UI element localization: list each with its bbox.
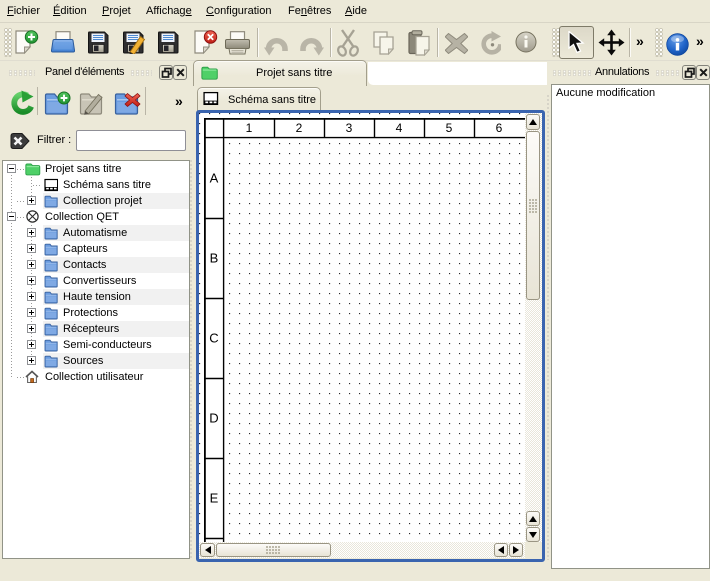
svg-text:B: B — [210, 251, 219, 266]
svg-text:E: E — [210, 491, 219, 506]
svg-text:5: 5 — [446, 121, 453, 135]
svg-text:D: D — [209, 411, 218, 426]
svg-text:2: 2 — [296, 121, 303, 135]
svg-text:C: C — [209, 331, 218, 346]
svg-text:4: 4 — [396, 121, 403, 135]
svg-text:A: A — [210, 171, 219, 186]
svg-text:1: 1 — [246, 121, 253, 135]
svg-text:3: 3 — [346, 121, 353, 135]
svg-text:6: 6 — [496, 121, 503, 135]
